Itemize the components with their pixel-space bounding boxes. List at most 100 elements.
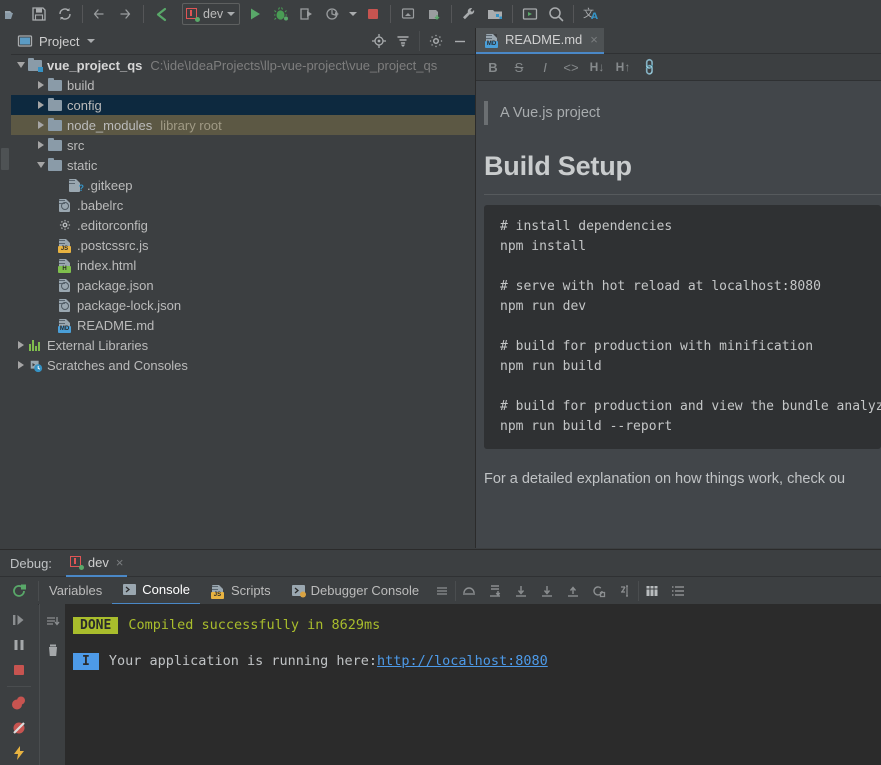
- tree-twisty[interactable]: [35, 115, 47, 135]
- run-anything-icon[interactable]: [517, 2, 543, 26]
- expand-arrow-icon[interactable]: [38, 121, 44, 129]
- hide-icon[interactable]: [449, 30, 471, 52]
- tree-node-node-modules[interactable]: node_modules library root: [11, 115, 475, 135]
- show-values-inline-icon[interactable]: [639, 579, 665, 603]
- tree-node-package-json[interactable]: package.json: [11, 275, 475, 295]
- debug-session-tab[interactable]: dev ×: [65, 550, 128, 577]
- settings-list-icon[interactable]: [665, 579, 691, 603]
- translate-icon[interactable]: 文A: [578, 2, 604, 26]
- tree-node-readme-md[interactable]: MD README.md: [11, 315, 475, 335]
- debug-tab-scripts[interactable]: JS Scripts: [200, 578, 281, 604]
- update-project-icon[interactable]: [395, 2, 421, 26]
- tree-twisty[interactable]: [15, 55, 27, 75]
- step-out-icon[interactable]: [534, 579, 560, 603]
- italic-button[interactable]: I: [532, 56, 558, 78]
- tree-node--editorconfig[interactable]: .editorconfig: [11, 215, 475, 235]
- evaluate-expression-icon[interactable]: [612, 579, 638, 603]
- console-link[interactable]: http://localhost:8080: [377, 653, 548, 669]
- tree-twisty[interactable]: [35, 95, 47, 115]
- run-configuration-selector[interactable]: dev: [182, 3, 241, 25]
- view-breakpoints-icon[interactable]: [4, 691, 34, 716]
- run-to-cursor-icon[interactable]: [560, 579, 586, 603]
- editor-tab-readme[interactable]: MD README.md ×: [476, 28, 604, 54]
- expand-arrow-icon[interactable]: [38, 81, 44, 89]
- code-button[interactable]: <>: [558, 56, 584, 78]
- forward-icon[interactable]: [113, 2, 139, 26]
- rerun-icon[interactable]: [0, 578, 38, 604]
- trash-icon[interactable]: [38, 636, 68, 664]
- settings-wrench-icon[interactable]: [456, 2, 482, 26]
- step-into-icon[interactable]: [482, 579, 508, 603]
- tree-node-external-libraries[interactable]: External Libraries: [11, 335, 475, 355]
- chevron-down-icon[interactable]: [87, 39, 96, 43]
- collapse-arrow-icon[interactable]: [17, 62, 25, 68]
- header-down-button[interactable]: H↓: [584, 56, 610, 78]
- profile-icon[interactable]: [320, 2, 346, 26]
- tree-node-static[interactable]: static: [11, 155, 475, 175]
- strikethrough-button[interactable]: S: [506, 56, 532, 78]
- project-structure-icon[interactable]: [482, 2, 508, 26]
- tree-node-config[interactable]: config: [11, 95, 475, 115]
- tree-twisty[interactable]: [45, 235, 57, 255]
- last-edit-location-icon[interactable]: [148, 2, 174, 26]
- settings-gear-icon[interactable]: [425, 30, 447, 52]
- close-icon[interactable]: ×: [116, 555, 124, 570]
- collapse-arrow-icon[interactable]: [37, 162, 45, 168]
- tree-node-src[interactable]: src: [11, 135, 475, 155]
- header-up-button[interactable]: H↑: [610, 56, 636, 78]
- open-folder-icon[interactable]: [0, 2, 26, 26]
- tree-twisty[interactable]: [45, 255, 57, 275]
- debug-tab-variables[interactable]: Variables: [39, 578, 112, 604]
- tree-twisty[interactable]: [45, 195, 57, 215]
- tree-node--gitkeep[interactable]: ? .gitkeep: [11, 175, 475, 195]
- tree-twisty[interactable]: [35, 135, 47, 155]
- tree-node--babelrc[interactable]: .babelrc: [11, 195, 475, 215]
- run-button[interactable]: [242, 2, 268, 26]
- tree-twisty[interactable]: [35, 75, 47, 95]
- debug-button[interactable]: [268, 2, 294, 26]
- tree-node-scratches-and-consoles[interactable]: Scratches and Consoles: [11, 355, 475, 375]
- tree-twisty[interactable]: [55, 175, 67, 195]
- link-button[interactable]: 🔗: [636, 56, 662, 78]
- project-tree[interactable]: vue_project_qs C:\ide\IdeaProjects\llp-vu…: [11, 55, 475, 548]
- console-output[interactable]: DONE Compiled successfully in 8629ms I Your…: [65, 604, 881, 765]
- sync-icon[interactable]: [52, 2, 78, 26]
- tree-twisty[interactable]: [35, 155, 47, 175]
- reset-frame-icon[interactable]: [586, 579, 612, 603]
- expand-arrow-icon[interactable]: [38, 141, 44, 149]
- stop-button[interactable]: [360, 2, 386, 26]
- tree-twisty[interactable]: [15, 355, 27, 375]
- debug-tab-debugger-console[interactable]: Debugger Console: [281, 578, 429, 604]
- tree-twisty[interactable]: [45, 315, 57, 335]
- tree-node-vue-project-qs[interactable]: vue_project_qs C:\ide\IdeaProjects\llp-vu…: [11, 55, 475, 75]
- tree-twisty[interactable]: [15, 335, 27, 355]
- tree-node-package-lock-json[interactable]: package-lock.json: [11, 295, 475, 315]
- run-with-coverage-icon[interactable]: [294, 2, 320, 26]
- collapse-all-icon[interactable]: [392, 30, 414, 52]
- stop-icon[interactable]: [4, 657, 34, 682]
- tree-node--postcssrc-js[interactable]: JS .postcssrc.js: [11, 235, 475, 255]
- search-everywhere-icon[interactable]: [543, 2, 569, 26]
- locate-icon[interactable]: [368, 30, 390, 52]
- back-icon[interactable]: [87, 2, 113, 26]
- profile-dropdown-icon[interactable]: [346, 2, 360, 26]
- tree-twisty[interactable]: [45, 215, 57, 235]
- menu-icon[interactable]: [429, 579, 455, 603]
- bold-button[interactable]: B: [480, 56, 506, 78]
- tree-twisty[interactable]: [45, 275, 57, 295]
- expand-arrow-icon[interactable]: [18, 361, 24, 369]
- expand-arrow-icon[interactable]: [18, 341, 24, 349]
- tree-node-build[interactable]: build: [11, 75, 475, 95]
- force-step-into-icon[interactable]: [508, 579, 534, 603]
- mute-breakpoints-icon[interactable]: [4, 716, 34, 741]
- stripe-button[interactable]: [1, 148, 9, 170]
- debug-tab-console[interactable]: Console: [112, 577, 200, 605]
- tree-twisty[interactable]: [45, 295, 57, 315]
- threads-icon[interactable]: [4, 740, 34, 765]
- pause-program-icon[interactable]: [4, 633, 34, 658]
- expand-arrow-icon[interactable]: [38, 101, 44, 109]
- commit-icon[interactable]: [421, 2, 447, 26]
- scroll-to-end-icon[interactable]: [38, 608, 68, 636]
- save-all-icon[interactable]: [26, 2, 52, 26]
- step-over-icon[interactable]: [456, 579, 482, 603]
